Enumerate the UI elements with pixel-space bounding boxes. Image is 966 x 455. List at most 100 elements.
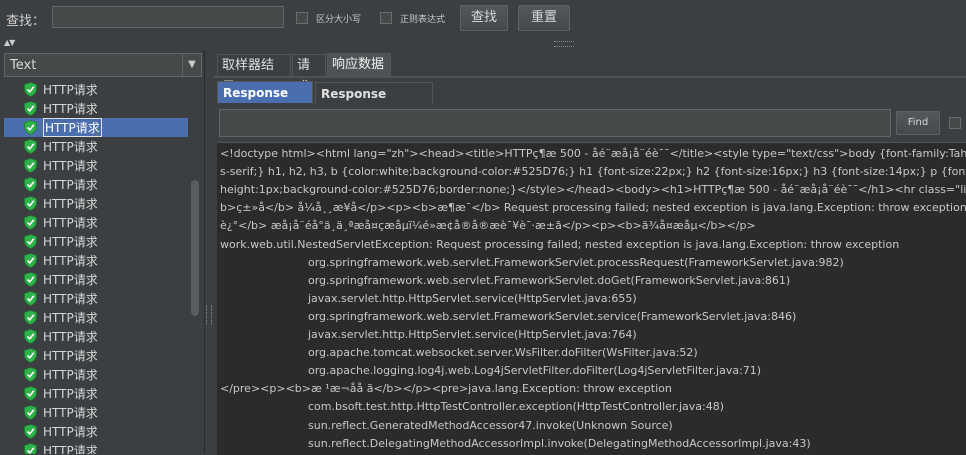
tree-item[interactable]: HTTP请求 [4,289,188,308]
response-line: è¿°</b> æå¡å¨éå°ä¸ä¸ªæå¤çæåµï¼é»æ­¢å®å®æ… [220,219,756,233]
shield-check-icon [24,348,37,363]
shield-check-icon [24,215,37,230]
response-body-text[interactable]: <!doctype html><html lang="zh"><head><ti… [217,142,966,455]
tree-item[interactable]: HTTP请求 [4,441,188,454]
result-tree: HTTP请求 HTTP请求 HTTP请求 HTTP请求 HTTP请求 HTTP请求 HTTP… [4,80,188,454]
shield-check-icon [24,424,37,439]
shield-check-icon [24,120,37,135]
shield-check-icon [24,158,37,173]
vertical-splitter-grip-icon[interactable] [206,305,212,325]
response-line: org.springframework.web.servlet.Framewor… [308,309,797,323]
tree-item-label: HTTP请求 [43,197,98,211]
tree-item-label: HTTP请求 [43,83,98,97]
tab-sampler-result[interactable]: 取样器结果 [217,54,291,95]
response-line: org.apache.logging.log4j.web.Log4jServle… [308,364,762,378]
tree-item[interactable]: HTTP请求 [4,346,188,365]
tree-item[interactable]: HTTP请求 [4,308,188,327]
search-bar: 查找： 区分大小写 正则表达式 查找 重置 [0,0,966,36]
regex-checkbox[interactable] [380,12,392,24]
shield-check-icon [24,291,37,306]
response-line: </pre><p><b>æ ¹æ¬åå ã</b></p><pre>java.l… [220,382,672,396]
tree-item-label: HTTP请求 [43,140,98,154]
find-button[interactable]: 查找 [460,5,508,31]
tree-item[interactable]: HTTP请求 [4,422,188,441]
tree-item[interactable]: HTTP请求 [4,156,188,175]
shield-check-icon [24,443,37,454]
regex-label: 正则表达式 [400,15,446,25]
tree-item-label: HTTP请求 [43,330,98,344]
shield-check-icon [24,405,37,420]
collapse-arrows-icon[interactable]: ▲▼ [4,38,15,47]
splitter-grip-icon[interactable] [554,41,574,47]
tree-item[interactable]: HTTP请求 [4,327,188,346]
case-sensitive-checkbox[interactable] [296,12,308,24]
horizontal-splitter[interactable] [0,37,966,49]
response-find-input[interactable] [219,109,891,137]
tree-item[interactable]: HTTP请求 [4,194,188,213]
response-find-button[interactable]: Find [896,111,940,135]
shield-check-icon [24,310,37,325]
search-input[interactable] [52,6,284,28]
vertical-splitter[interactable] [204,50,214,454]
response-line: height:1px;background-color:#525D76;bord… [220,183,966,197]
tree-item-label: HTTP请求 [43,159,98,173]
shield-check-icon [24,196,37,211]
tree-item-label: HTTP请求 [43,444,98,454]
tree-item-label: HTTP请求 [43,349,98,363]
renderer-select[interactable]: Text ▼ [4,53,202,77]
tree-item-label: HTTP请求 [43,387,98,401]
tree-item[interactable]: HTTP请求 [4,175,188,194]
tree-item-label: HTTP请求 [43,425,98,439]
response-line: org.springframework.web.servlet.Framewor… [308,255,844,269]
response-line: com.bsoft.test.http.HttpTestController.e… [308,400,724,414]
tree-scrollbar-thumb[interactable] [191,180,199,316]
tree-item[interactable]: HTTP请求 [4,365,188,384]
search-label: 查找： [6,14,46,29]
tree-item-label: HTTP请求 [43,254,98,268]
tree-item[interactable]: HTTP请求 [4,403,188,422]
tab-request[interactable]: 请求 [292,54,326,95]
response-line: sun.reflect.GeneratedMethodAccessor47.in… [308,418,673,432]
tree-item[interactable]: HTTP请求 [4,137,188,156]
reset-button[interactable]: 重置 [518,5,570,31]
response-line: b>ç±»å</b> å¼å¸¸æ¥å</p><p><b>æ¶æ¯</b> Re… [220,201,966,215]
tree-item-label: HTTP请求 [43,368,98,382]
tree-item[interactable]: HTTP请求 [4,213,188,232]
tree-item-label: HTTP请求 [43,216,98,230]
tree-item[interactable]: HTTP请求 [4,99,188,118]
response-line: <!doctype html><html lang="zh"><head><ti… [220,147,966,160]
result-tree-panel: Text ▼ HTTP请求 HTTP请求 HTTP请求 HTTP请求 HTTP请求 HTT… [0,50,204,454]
tree-item[interactable]: HTTP请求 [4,251,188,270]
subtab-response-body[interactable]: Response Body [217,81,313,122]
case-sensitive-label: 区分大小写 [316,15,362,25]
response-line: org.apache.tomcat.websocket.server.WsFil… [308,346,698,360]
tree-item[interactable]: HTTP请求 [4,384,188,403]
tree-item-label: HTTP请求 [43,292,98,306]
shield-check-icon [24,367,37,382]
tree-item-label: HTTP请求 [43,273,98,287]
shield-check-icon [24,177,37,192]
tab-response-data[interactable]: 响应数据 [327,53,391,76]
tree-item-label: HTTP请求 [43,235,98,249]
tree-item-label: HTTP请求 [43,311,98,325]
tree-item-label: HTTP请求 [43,102,98,116]
tree-item[interactable]: HTTP请求 [4,118,188,137]
tree-item[interactable]: HTTP请求 [4,232,188,251]
shield-check-icon [24,139,37,154]
tab-underline [214,76,966,78]
subtab-response-headers[interactable]: Response headers [315,82,433,123]
tree-item-label: HTTP请求 [43,406,98,420]
tree-item[interactable]: HTTP请求 [4,80,188,99]
tree-item[interactable]: HTTP请求 [4,270,188,289]
chevron-down-icon[interactable]: ▼ [182,54,201,76]
response-line: org.springframework.web.servlet.Framewor… [308,273,791,287]
response-line: sun.reflect.DelegatingMethodAccessorImpl… [308,436,811,450]
shield-check-icon [24,272,37,287]
result-detail-panel: 取样器结果 请求 响应数据 Response Body Response hea… [214,50,966,455]
response-line: work.web.util.NestedServletException: Re… [220,237,900,251]
response-find-checkbox[interactable] [949,117,961,129]
renderer-select-value: Text [10,58,37,73]
shield-check-icon [24,234,37,249]
shield-check-icon [24,329,37,344]
tree-item-label: HTTP请求 [43,118,102,137]
